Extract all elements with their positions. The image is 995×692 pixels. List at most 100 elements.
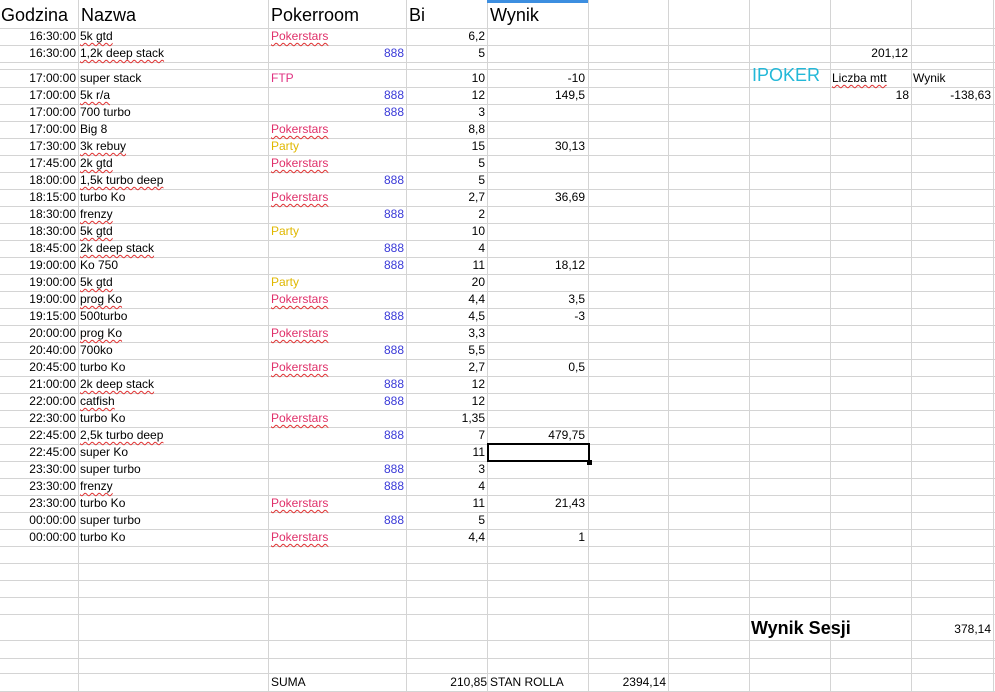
cell-bi[interactable]: 10 xyxy=(408,224,485,240)
cell-room[interactable]: FTP xyxy=(271,71,401,87)
cell-bi[interactable]: 8,8 xyxy=(408,122,485,138)
header-name[interactable]: Nazwa xyxy=(81,4,261,28)
cell-room[interactable]: 888 xyxy=(271,173,404,189)
cell-result[interactable]: 0,5 xyxy=(489,360,585,376)
cell-time[interactable]: 20:40:00 xyxy=(0,343,76,359)
cell-bi[interactable]: 2 xyxy=(408,207,485,223)
cell-result[interactable]: 30,13 xyxy=(489,139,585,155)
cell-name[interactable]: turbo Ko xyxy=(80,496,265,512)
cell-bi[interactable]: 12 xyxy=(408,377,485,393)
cell-room[interactable]: 888 xyxy=(271,343,404,359)
cell-time[interactable]: 18:30:00 xyxy=(0,207,76,223)
cell-time[interactable]: 18:30:00 xyxy=(0,224,76,240)
cell-result[interactable]: 149,5 xyxy=(489,88,585,104)
cell-name[interactable]: 500turbo xyxy=(80,309,265,325)
cell-bi[interactable]: 11 xyxy=(408,445,485,461)
fill-handle[interactable] xyxy=(587,460,592,465)
cell-name[interactable]: 1,2k deep stack xyxy=(80,46,265,62)
cell-bi[interactable]: 3,3 xyxy=(408,326,485,342)
cell-room[interactable]: Party xyxy=(271,139,401,155)
side-value-top[interactable]: 201,12 xyxy=(832,46,908,62)
cell-time[interactable]: 19:00:00 xyxy=(0,292,76,308)
cell-result[interactable]: 21,43 xyxy=(489,496,585,512)
cell-name[interactable]: super Ko xyxy=(80,445,265,461)
cell-result[interactable]: 18,12 xyxy=(489,258,585,274)
cell-name[interactable]: 2k deep stack xyxy=(80,241,265,257)
header-room[interactable]: Pokerroom xyxy=(271,4,401,28)
cell-name[interactable]: 2k deep stack xyxy=(80,377,265,393)
cell-room[interactable]: 888 xyxy=(271,394,404,410)
cell-room[interactable]: Pokerstars xyxy=(271,122,401,138)
cell-room[interactable]: Pokerstars xyxy=(271,292,401,308)
cell-time[interactable]: 17:00:00 xyxy=(0,105,76,121)
cell-bi[interactable]: 6,2 xyxy=(408,29,485,45)
cell-room[interactable]: 888 xyxy=(271,513,404,529)
cell-name[interactable]: 1,5k turbo deep xyxy=(80,173,265,189)
cell-room[interactable]: 888 xyxy=(271,46,404,62)
cell-name[interactable]: Ko 750 xyxy=(80,258,265,274)
cell-room[interactable]: Party xyxy=(271,275,401,291)
cell-name[interactable]: 2k gtd xyxy=(80,156,265,172)
cell-time[interactable]: 17:00:00 xyxy=(0,88,76,104)
cell-name[interactable]: super turbo xyxy=(80,462,265,478)
cell-bi[interactable]: 5 xyxy=(408,156,485,172)
cell-bi[interactable]: 2,7 xyxy=(408,190,485,206)
cell-time[interactable]: 19:00:00 xyxy=(0,275,76,291)
cell-name[interactable]: prog Ko xyxy=(80,292,265,308)
cell-time[interactable]: 23:30:00 xyxy=(0,462,76,478)
cell-room[interactable]: 888 xyxy=(271,105,404,121)
liczba-mtt-value[interactable]: 18 xyxy=(832,88,909,104)
cell-room[interactable]: 888 xyxy=(271,241,404,257)
cell-bi[interactable]: 1,35 xyxy=(408,411,485,427)
cell-result[interactable]: 36,69 xyxy=(489,190,585,206)
cell-time[interactable]: 22:45:00 xyxy=(0,445,76,461)
cell-name[interactable]: 5k r/a xyxy=(80,88,265,104)
cell-bi[interactable]: 4,4 xyxy=(408,292,485,308)
cell-time[interactable]: 16:30:00 xyxy=(0,46,76,62)
cell-time[interactable]: 00:00:00 xyxy=(0,530,76,546)
cell-time[interactable]: 00:00:00 xyxy=(0,513,76,529)
cell-time[interactable]: 22:30:00 xyxy=(0,411,76,427)
cell-bi[interactable]: 5 xyxy=(408,513,485,529)
cell-result[interactable]: 1 xyxy=(489,530,585,546)
stan-rolla-value[interactable]: 2394,14 xyxy=(588,675,666,691)
cell-name[interactable]: turbo Ko xyxy=(80,360,265,376)
cell-name[interactable]: 3k rebuy xyxy=(80,139,265,155)
cell-bi[interactable]: 3 xyxy=(408,462,485,478)
cell-name[interactable]: catfish xyxy=(80,394,265,410)
cell-name[interactable]: frenzy xyxy=(80,479,265,495)
cell-room[interactable]: Pokerstars xyxy=(271,411,401,427)
liczba-mtt-label[interactable]: Liczba mtt xyxy=(832,71,910,87)
cell-room[interactable]: 888 xyxy=(271,479,404,495)
cell-result[interactable]: -10 xyxy=(489,71,585,87)
cell-bi[interactable]: 4,4 xyxy=(408,530,485,546)
cell-room[interactable]: 888 xyxy=(271,258,404,274)
cell-name[interactable]: 700 turbo xyxy=(80,105,265,121)
cell-bi[interactable]: 12 xyxy=(408,88,485,104)
cell-bi[interactable]: 5 xyxy=(408,46,485,62)
cell-time[interactable]: 23:30:00 xyxy=(0,479,76,495)
cell-room[interactable]: Party xyxy=(271,224,401,240)
cell-name[interactable]: 2,5k turbo deep xyxy=(80,428,265,444)
cell-bi[interactable]: 5,5 xyxy=(408,343,485,359)
cell-result[interactable]: 479,75 xyxy=(489,428,585,444)
cell-room[interactable]: Pokerstars xyxy=(271,156,401,172)
cell-result[interactable]: 3,5 xyxy=(489,292,585,308)
cell-bi[interactable]: 3 xyxy=(408,105,485,121)
cell-time[interactable]: 17:00:00 xyxy=(0,71,76,87)
session-result-label[interactable]: Wynik Sesji xyxy=(751,617,911,641)
selected-cell[interactable] xyxy=(487,443,590,462)
cell-name[interactable]: super turbo xyxy=(80,513,265,529)
cell-result[interactable]: -3 xyxy=(489,309,585,325)
cell-bi[interactable]: 11 xyxy=(408,258,485,274)
cell-bi[interactable]: 2,7 xyxy=(408,360,485,376)
cell-room[interactable]: Pokerstars xyxy=(271,190,401,206)
cell-time[interactable]: 16:30:00 xyxy=(0,29,76,45)
cell-bi[interactable]: 4 xyxy=(408,241,485,257)
cell-room[interactable]: 888 xyxy=(271,88,404,104)
cell-time[interactable]: 18:45:00 xyxy=(0,241,76,257)
cell-name[interactable]: 700ko xyxy=(80,343,265,359)
cell-name[interactable]: turbo Ko xyxy=(80,411,265,427)
cell-bi[interactable]: 11 xyxy=(408,496,485,512)
cell-room[interactable]: Pokerstars xyxy=(271,496,401,512)
